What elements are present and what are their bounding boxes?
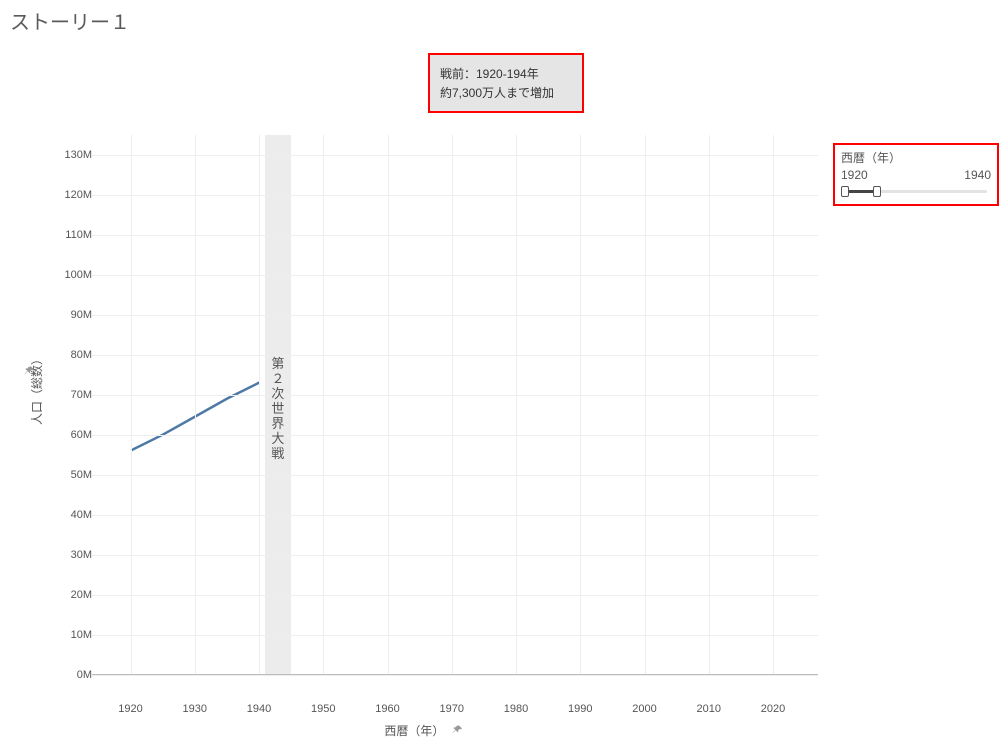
- x-tick-label: 1960: [368, 703, 408, 715]
- gridline: [259, 135, 260, 674]
- gridline: [131, 135, 132, 674]
- x-tick-label: 2010: [689, 703, 729, 715]
- x-tick-label: 1920: [111, 703, 151, 715]
- x-axis-title: 西暦（年）: [384, 724, 444, 738]
- x-tick-label: 1990: [560, 703, 600, 715]
- pin-icon[interactable]: [24, 363, 34, 381]
- y-tick-label: 100M: [58, 269, 92, 281]
- y-tick-label: 70M: [58, 389, 92, 401]
- x-tick-label: 1950: [303, 703, 343, 715]
- gridline: [388, 135, 389, 674]
- y-tick-label: 20M: [58, 589, 92, 601]
- x-axis-title-wrap: 西暦（年）: [28, 722, 818, 739]
- gridline: [92, 675, 818, 676]
- y-tick-label: 130M: [58, 149, 92, 161]
- y-tick-label: 110M: [58, 229, 92, 241]
- y-tick-label: 0M: [58, 669, 92, 681]
- caption-line2: 約7,300万人まで増加: [440, 84, 572, 103]
- slider-handle-min[interactable]: [841, 186, 849, 197]
- y-tick-label: 10M: [58, 629, 92, 641]
- gridline: [452, 135, 453, 674]
- y-tick-label: 40M: [58, 509, 92, 521]
- y-tick-label: 80M: [58, 349, 92, 361]
- x-tick-label: 2000: [625, 703, 665, 715]
- x-tick-label: 1970: [432, 703, 472, 715]
- year-range-filter[interactable]: 西暦（年） 1920 1940: [833, 143, 999, 206]
- filter-to-value: 1940: [964, 168, 991, 182]
- story-caption-box: 戦前：1920-194年 約7,300万人まで増加: [428, 53, 584, 113]
- x-tick-label: 1980: [496, 703, 536, 715]
- gridline: [323, 135, 324, 674]
- y-tick-label: 90M: [58, 309, 92, 321]
- filter-title: 西暦（年）: [841, 149, 991, 166]
- gridline: [516, 135, 517, 674]
- filter-from-value: 1920: [841, 168, 868, 182]
- gridline: [709, 135, 710, 674]
- caption-line1: 戦前：1920-194年: [440, 65, 572, 84]
- y-tick-label: 30M: [58, 549, 92, 561]
- slider-handle-max[interactable]: [873, 186, 881, 197]
- y-tick-label: 50M: [58, 469, 92, 481]
- range-slider[interactable]: [841, 186, 991, 198]
- x-tick-label: 1940: [239, 703, 279, 715]
- x-tick-label: 2020: [753, 703, 793, 715]
- chart: 人口（総数） 第２次世界大戦 西暦（年） 0M10M20M30M40M50M60…: [28, 135, 818, 745]
- y-tick-label: 60M: [58, 429, 92, 441]
- gridline: [580, 135, 581, 674]
- y-tick-label: 120M: [58, 189, 92, 201]
- gridline: [773, 135, 774, 674]
- gridline: [195, 135, 196, 674]
- reference-band-label: 第２次世界大戦: [271, 357, 284, 462]
- plot-area: 第２次世界大戦: [92, 135, 818, 675]
- gridline: [645, 135, 646, 674]
- x-tick-label: 1930: [175, 703, 215, 715]
- pin-icon[interactable]: [452, 724, 462, 738]
- page-title: ストーリー１: [10, 6, 130, 35]
